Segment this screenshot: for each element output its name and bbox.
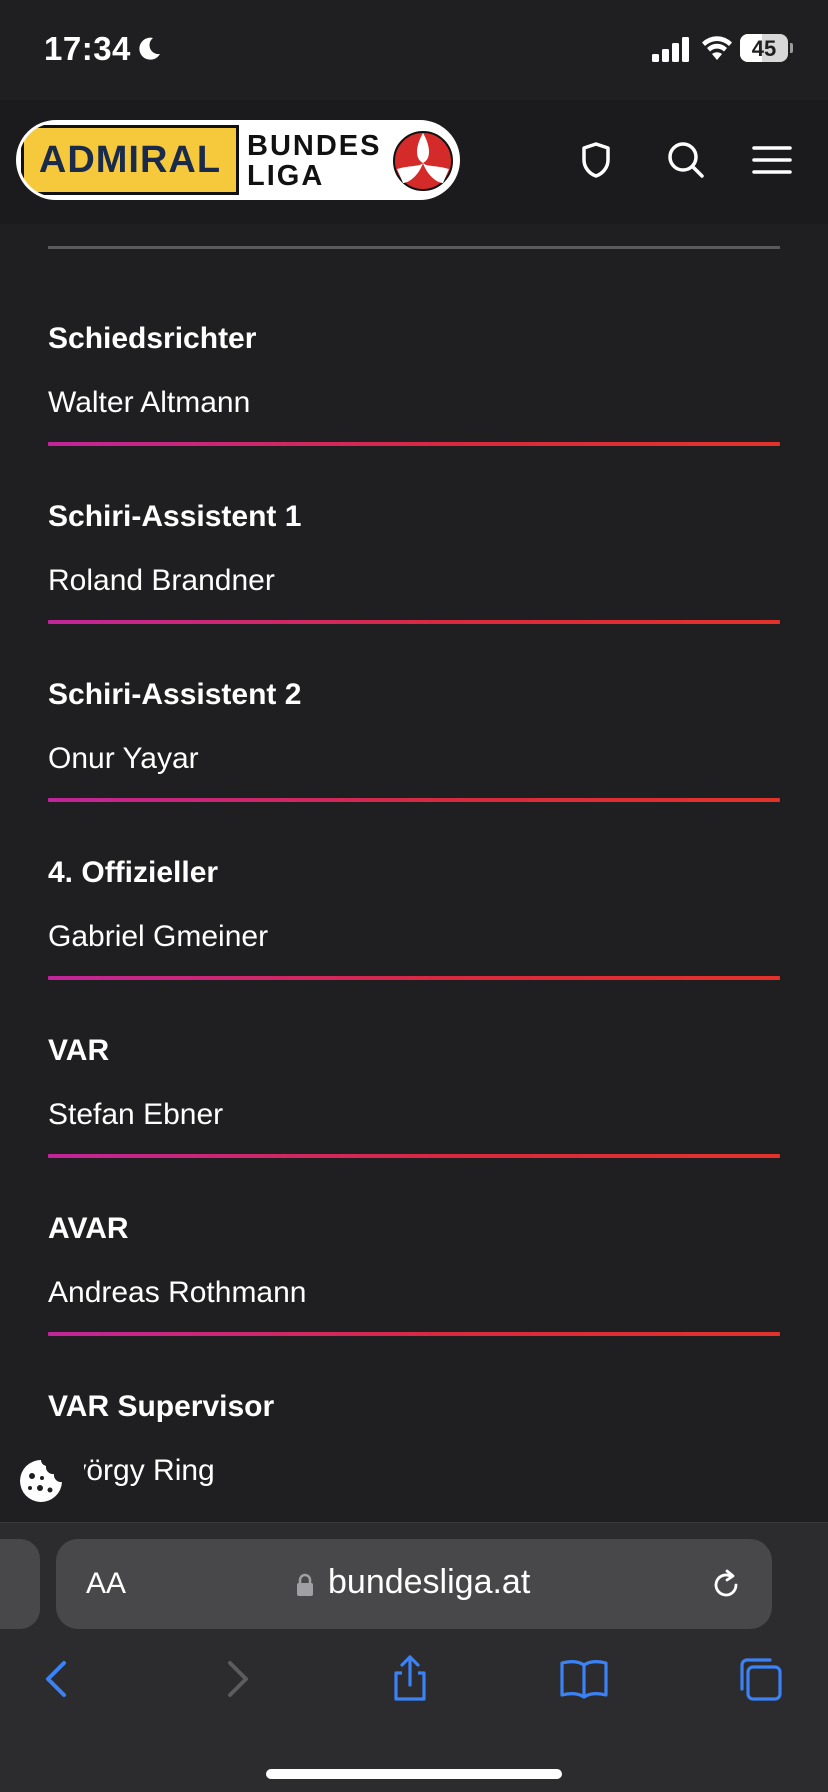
- logo-sponsor-box: ADMIRAL: [21, 125, 239, 195]
- official-role: VAR: [48, 1034, 110, 1067]
- official-divider: [48, 620, 780, 624]
- wifi-icon: [702, 36, 732, 60]
- battery-level-text: 45: [751, 36, 777, 61]
- official-role: Schiri-Assistent 1: [48, 500, 302, 533]
- logo-sponsor-text: ADMIRAL: [38, 138, 222, 181]
- official-name: Andreas Rothmann: [48, 1276, 307, 1309]
- official-item: Schiri-Assistent 1 Roland Brandner: [48, 500, 780, 678]
- official-role: Schiri-Assistent 2: [48, 678, 302, 711]
- official-name: Roland Brandner: [48, 564, 275, 597]
- official-role: VAR Supervisor: [48, 1390, 275, 1423]
- section-divider: [48, 246, 780, 249]
- status-bar: 17:34 45: [0, 0, 828, 100]
- official-divider: [48, 1154, 780, 1158]
- official-item: Schiedsrichter Walter Altmann: [48, 322, 780, 500]
- forward-icon[interactable]: [210, 1653, 262, 1705]
- shield-icon[interactable]: [574, 138, 618, 182]
- back-icon[interactable]: [32, 1653, 84, 1705]
- officials-panel: Schiedsrichter Walter Altmann Schiri-Ass…: [16, 224, 812, 1524]
- cookie-icon: [20, 1460, 62, 1502]
- logo-league-text: BUNDES LIGA: [247, 131, 381, 191]
- official-item: VAR Stefan Ebner: [48, 1034, 780, 1212]
- bundesliga-logo[interactable]: ADMIRAL BUNDES LIGA: [16, 120, 460, 200]
- address-bar[interactable]: AA bundesliga.at: [56, 1539, 772, 1629]
- share-icon[interactable]: [384, 1653, 436, 1705]
- cookie-settings-button[interactable]: [0, 1436, 84, 1526]
- lock-icon: [297, 1573, 313, 1596]
- official-name: Stefan Ebner: [48, 1098, 224, 1131]
- official-name: Gabriel Gmeiner: [48, 920, 269, 953]
- football-icon: [393, 131, 453, 191]
- browser-toolbar: AA bundesliga.at: [0, 1522, 828, 1792]
- search-icon[interactable]: [664, 138, 708, 182]
- official-item: VAR Supervisor György Ring: [48, 1390, 780, 1524]
- cellular-signal-icon: [652, 37, 689, 62]
- official-name: Walter Altmann: [48, 386, 251, 419]
- official-item: 4. Offizieller Gabriel Gmeiner: [48, 856, 780, 1034]
- battery-indicator: 45: [740, 34, 793, 62]
- tabs-icon[interactable]: [734, 1653, 786, 1705]
- official-item: AVAR Andreas Rothmann: [48, 1212, 780, 1390]
- menu-icon[interactable]: [750, 138, 794, 182]
- text-size-button[interactable]: AA: [86, 1567, 126, 1601]
- bookmarks-icon[interactable]: [558, 1653, 610, 1705]
- status-time: 17:34: [44, 30, 131, 67]
- official-divider: [48, 798, 780, 802]
- battery-tip: [790, 43, 793, 53]
- official-divider: [48, 976, 780, 980]
- official-role: 4. Offizieller: [48, 856, 219, 889]
- previous-tab-preview[interactable]: [0, 1539, 40, 1629]
- moon-icon: [139, 37, 160, 60]
- reload-icon[interactable]: [708, 1567, 744, 1603]
- logo-league-line2: LIGA: [247, 160, 325, 192]
- home-indicator[interactable]: [266, 1769, 562, 1779]
- text-size-label: AA: [86, 1567, 127, 1600]
- official-role: Schiedsrichter: [48, 322, 257, 355]
- official-role: AVAR: [48, 1212, 129, 1245]
- official-name: Onur Yayar: [48, 742, 199, 775]
- site-header: ADMIRAL BUNDES LIGA: [0, 100, 828, 224]
- official-divider: [48, 1332, 780, 1336]
- official-divider: [48, 442, 780, 446]
- logo-league-line1: BUNDES: [247, 130, 382, 162]
- url-text: bundesliga.at: [328, 1563, 531, 1601]
- official-item: Schiri-Assistent 2 Onur Yayar: [48, 678, 780, 856]
